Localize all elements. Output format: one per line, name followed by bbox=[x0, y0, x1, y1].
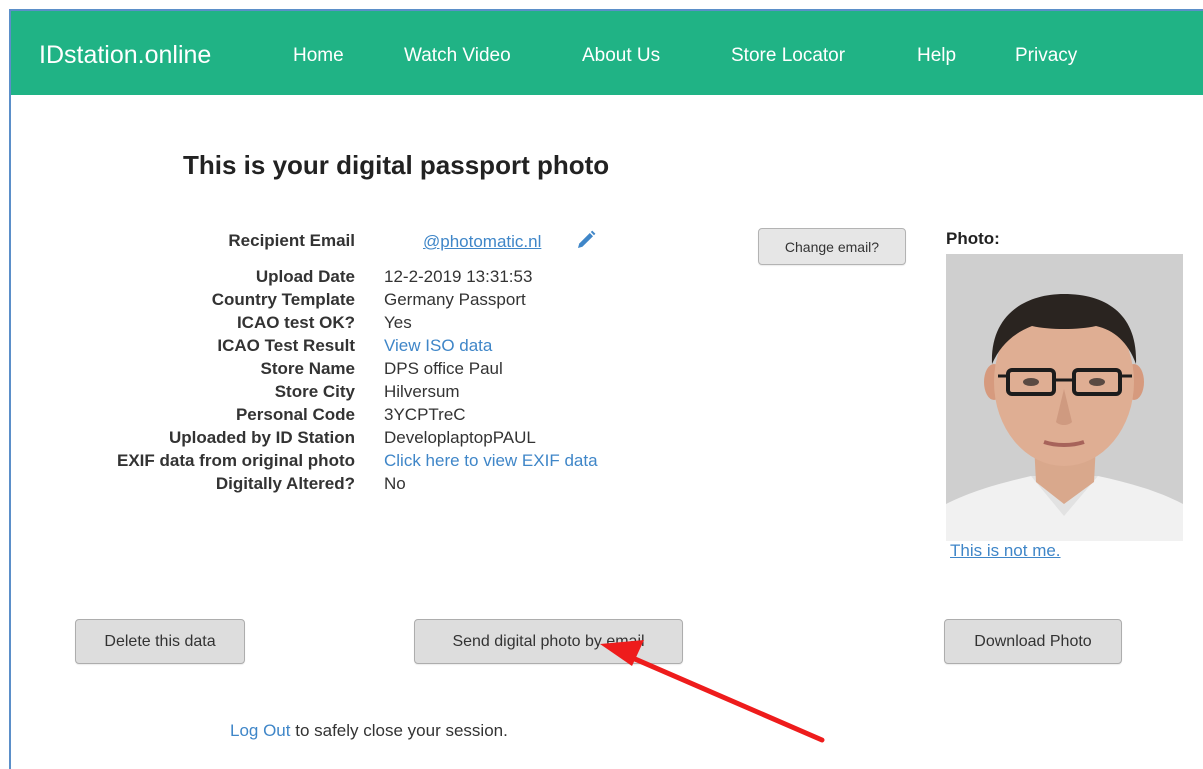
personal-code-value: 3YCPTreC bbox=[384, 405, 466, 424]
nav-store-locator[interactable]: Store Locator bbox=[731, 45, 845, 67]
digitally-altered-value: No bbox=[384, 474, 406, 493]
personal-code-label: Personal Code bbox=[235, 405, 355, 424]
brand-logo[interactable]: IDstation.online bbox=[39, 41, 211, 70]
icao-test-ok-value: Yes bbox=[384, 313, 412, 332]
edit-pencil-icon[interactable] bbox=[575, 229, 597, 251]
view-iso-data-link[interactable]: View ISO data bbox=[384, 336, 492, 356]
not-me-link[interactable]: This is not me. bbox=[950, 541, 1061, 561]
logout-line: Log Out to safely close your session. bbox=[230, 721, 508, 741]
nav-help[interactable]: Help bbox=[917, 45, 956, 67]
download-photo-button[interactable]: Download Photo bbox=[944, 619, 1122, 664]
upload-date-label: Upload Date bbox=[255, 267, 355, 286]
country-template-label: Country Template bbox=[211, 290, 355, 309]
change-email-button[interactable]: Change email? bbox=[758, 228, 906, 265]
top-navbar: IDstation.online Home Watch Video About … bbox=[11, 11, 1203, 95]
delete-data-button[interactable]: Delete this data bbox=[75, 619, 245, 664]
page-title: This is your digital passport photo bbox=[183, 150, 610, 180]
store-name-label: Store Name bbox=[260, 359, 355, 378]
icao-test-ok-label: ICAO test OK? bbox=[236, 313, 355, 332]
nav-home[interactable]: Home bbox=[293, 45, 344, 67]
view-exif-data-link[interactable]: Click here to view EXIF data bbox=[384, 451, 598, 471]
uploaded-by-value: DeveloplaptopPAUL bbox=[384, 428, 536, 447]
passport-photo-image bbox=[946, 254, 1183, 541]
country-template-value: Germany Passport bbox=[384, 290, 526, 309]
nav-watch-video[interactable]: Watch Video bbox=[404, 45, 511, 67]
logout-link[interactable]: Log Out bbox=[230, 721, 291, 740]
recipient-email-link[interactable]: @photomatic.nl bbox=[423, 232, 541, 252]
store-city-label: Store City bbox=[274, 382, 355, 401]
nav-privacy[interactable]: Privacy bbox=[1015, 45, 1077, 67]
photo-label: Photo: bbox=[946, 229, 1000, 248]
passport-photo bbox=[946, 254, 1183, 541]
upload-date-value: 12-2-2019 13:31:53 bbox=[384, 267, 533, 286]
store-name-value: DPS office Paul bbox=[384, 359, 503, 378]
nav-about-us[interactable]: About Us bbox=[582, 45, 660, 67]
exif-data-label: EXIF data from original photo bbox=[117, 451, 355, 470]
logout-text: to safely close your session. bbox=[290, 721, 508, 740]
store-city-value: Hilversum bbox=[384, 382, 460, 401]
icao-test-result-label: ICAO Test Result bbox=[217, 336, 355, 355]
recipient-email-label: Recipient Email bbox=[228, 231, 355, 250]
uploaded-by-label: Uploaded by ID Station bbox=[168, 428, 355, 447]
digitally-altered-label: Digitally Altered? bbox=[215, 474, 355, 493]
send-photo-email-button[interactable]: Send digital photo by email bbox=[414, 619, 683, 664]
